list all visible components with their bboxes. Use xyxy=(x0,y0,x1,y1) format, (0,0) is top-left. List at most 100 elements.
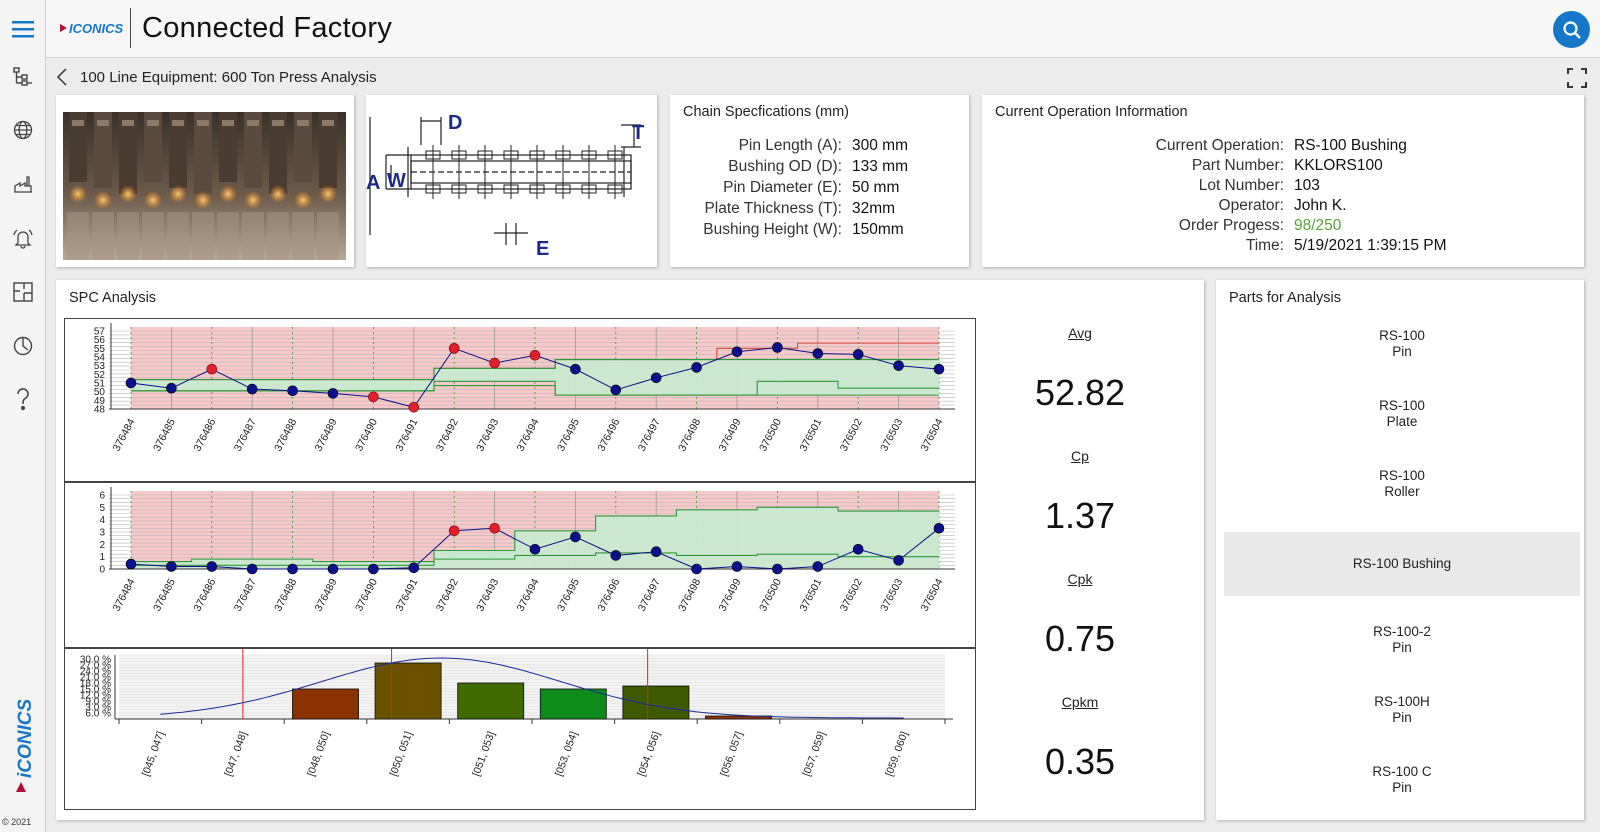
x-tick-label: 376492 xyxy=(434,417,461,454)
x-tick-label: 376503 xyxy=(878,577,905,614)
data-point xyxy=(852,543,864,555)
data-point xyxy=(731,561,743,572)
x-tick-label: 376502 xyxy=(838,417,865,454)
xbar-chart[interactable]: 48 49 50 51 52 53 54 55 56 57 376484 376485 376486 37… xyxy=(64,318,976,482)
fullscreen-icon[interactable] xyxy=(1566,67,1588,89)
operation-label: Part Number: xyxy=(1191,157,1284,174)
factory-icon[interactable] xyxy=(10,171,36,197)
part-item-rs100h-pin[interactable]: RS-100H Pin xyxy=(1224,678,1580,742)
data-point xyxy=(812,561,824,572)
y-tick-label: 6 xyxy=(99,491,105,502)
x-tick-label: 376485 xyxy=(151,417,178,454)
part-item-rs100-2-pin[interactable]: RS-100-2 Pin xyxy=(1224,608,1580,672)
breadcrumb-text: 100 Line Equipment: 600 Ton Press Analys… xyxy=(80,68,377,86)
part-item-rs100-pin[interactable]: RS-100 Pin xyxy=(1224,312,1580,376)
photo-conveyor xyxy=(242,212,264,260)
stat-label-cpkm: Cpkm xyxy=(1061,694,1099,710)
photo-machine-detail xyxy=(122,120,134,126)
floorplan-icon[interactable] xyxy=(10,279,36,305)
stat-value-cpk: 0.75 xyxy=(1044,618,1116,659)
x-tick-label: 376487 xyxy=(232,577,259,614)
hierarchy-icon[interactable] xyxy=(10,64,36,90)
x-tick-label: 376488 xyxy=(272,577,299,614)
operation-value: 103 xyxy=(1294,177,1320,194)
x-tick-label: 376486 xyxy=(191,577,218,614)
x-tick-label: 376500 xyxy=(757,577,784,614)
photo-spark xyxy=(319,185,337,203)
search-button[interactable] xyxy=(1553,11,1590,48)
spec-label: Bushing Height (W): xyxy=(703,221,842,238)
photo-spark xyxy=(194,191,212,209)
stat-value-cp: 1.37 xyxy=(1044,495,1116,536)
spec-value: 32mm xyxy=(852,200,896,217)
xbar-chart-svg: 48495051525354555657376484 376485 376486 37… xyxy=(94,323,955,454)
x-tick-label: 376485 xyxy=(151,577,178,614)
globe-icon[interactable] xyxy=(10,117,36,143)
data-point xyxy=(125,558,137,570)
photo-conveyor xyxy=(67,212,89,260)
x-tick-label: 376491 xyxy=(393,417,420,454)
data-point xyxy=(287,563,298,575)
spec-value: 150mm xyxy=(852,221,904,238)
x-tick-label: [057, 059] xyxy=(801,730,828,778)
x-tick-label: 376492 xyxy=(434,577,461,614)
menu-icon[interactable] xyxy=(10,16,36,42)
photo-spark xyxy=(294,191,312,209)
photo-machine-detail xyxy=(147,120,159,126)
range-chart[interactable]: 0 1 2 3 4 5 6 376484 376485 376486 376487 376488 376… xyxy=(64,482,976,648)
data-point xyxy=(206,561,218,572)
part-item-rs100-roller[interactable]: RS-100 Roller xyxy=(1224,452,1580,516)
data-point xyxy=(570,531,581,543)
data-point xyxy=(893,555,904,566)
brand-vertical-text: iCONICS xyxy=(15,700,36,778)
data-point xyxy=(731,346,743,358)
y-tick-label: 2 xyxy=(99,540,105,551)
photo-spark xyxy=(144,191,162,209)
alarm-bell-icon[interactable] xyxy=(10,225,36,251)
chain-diagram: D T A W E xyxy=(366,112,644,260)
chain-specs-table: Pin Length (A): 300 mm Bushing OD (D): 133… xyxy=(684,137,962,239)
histogram-chart[interactable]: 6.0 % 3.0 % 9.0 % 12.0 % 15.0 % 18.0 % 21.0 % 2… xyxy=(64,648,976,810)
navigation-sidebar: iCONICS © 2021 xyxy=(0,0,46,832)
part-item-label: RS-100H Pin xyxy=(1374,694,1430,725)
operation-title: Current Operation Information xyxy=(995,104,1188,120)
label-D: D xyxy=(448,112,462,134)
stat-value-avg: 52.82 xyxy=(1034,372,1126,413)
photo-conveyor xyxy=(167,212,189,260)
data-point xyxy=(287,385,298,397)
equipment-photo xyxy=(63,112,346,260)
y-tick-label: 57 xyxy=(94,327,106,338)
part-item-rs100c-pin[interactable]: RS-100 C Pin xyxy=(1224,748,1580,812)
data-point-alarm xyxy=(529,349,541,361)
x-tick-label: [047, 048] xyxy=(222,730,249,778)
data-point xyxy=(368,563,379,575)
part-item-rs100-plate[interactable]: RS-100 Plate xyxy=(1224,382,1580,446)
spec-label: Pin Length (A): xyxy=(738,137,842,154)
x-tick-label: 376495 xyxy=(555,417,582,454)
data-point xyxy=(933,522,945,534)
help-icon[interactable] xyxy=(10,386,36,412)
photo-spark xyxy=(119,185,137,203)
app-title: Connected Factory xyxy=(142,12,393,44)
x-tick-label: 376486 xyxy=(191,417,218,454)
label-E: E xyxy=(536,238,549,260)
y-tick-label: 4 xyxy=(99,515,105,526)
x-tick-label: 376503 xyxy=(878,417,905,454)
analytics-clock-icon[interactable] xyxy=(10,333,36,359)
x-tick-label: 376504 xyxy=(919,417,946,454)
part-item-label: RS-100 Pin xyxy=(1379,328,1425,359)
x-tick-label: 376496 xyxy=(595,577,622,614)
x-tick-label: [059, 060] xyxy=(883,730,910,778)
part-item-rs100-bushing[interactable]: RS-100 Bushing xyxy=(1224,532,1580,596)
x-tick-label: 376498 xyxy=(676,577,703,614)
back-arrow-icon[interactable] xyxy=(56,68,72,86)
x-tick-label: [045, 047] xyxy=(140,730,167,778)
photo-conveyor xyxy=(92,212,114,260)
x-tick-label: 376501 xyxy=(797,417,824,454)
histogram-bar xyxy=(622,685,690,720)
parts-title: Parts for Analysis xyxy=(1229,290,1342,306)
operation-value: 5/19/2021 1:39:15 PM xyxy=(1294,237,1447,254)
stat-value-cpkm: 0.35 xyxy=(1044,741,1116,782)
copyright: © 2021 xyxy=(2,817,32,827)
x-tick-label: 376488 xyxy=(272,417,299,454)
